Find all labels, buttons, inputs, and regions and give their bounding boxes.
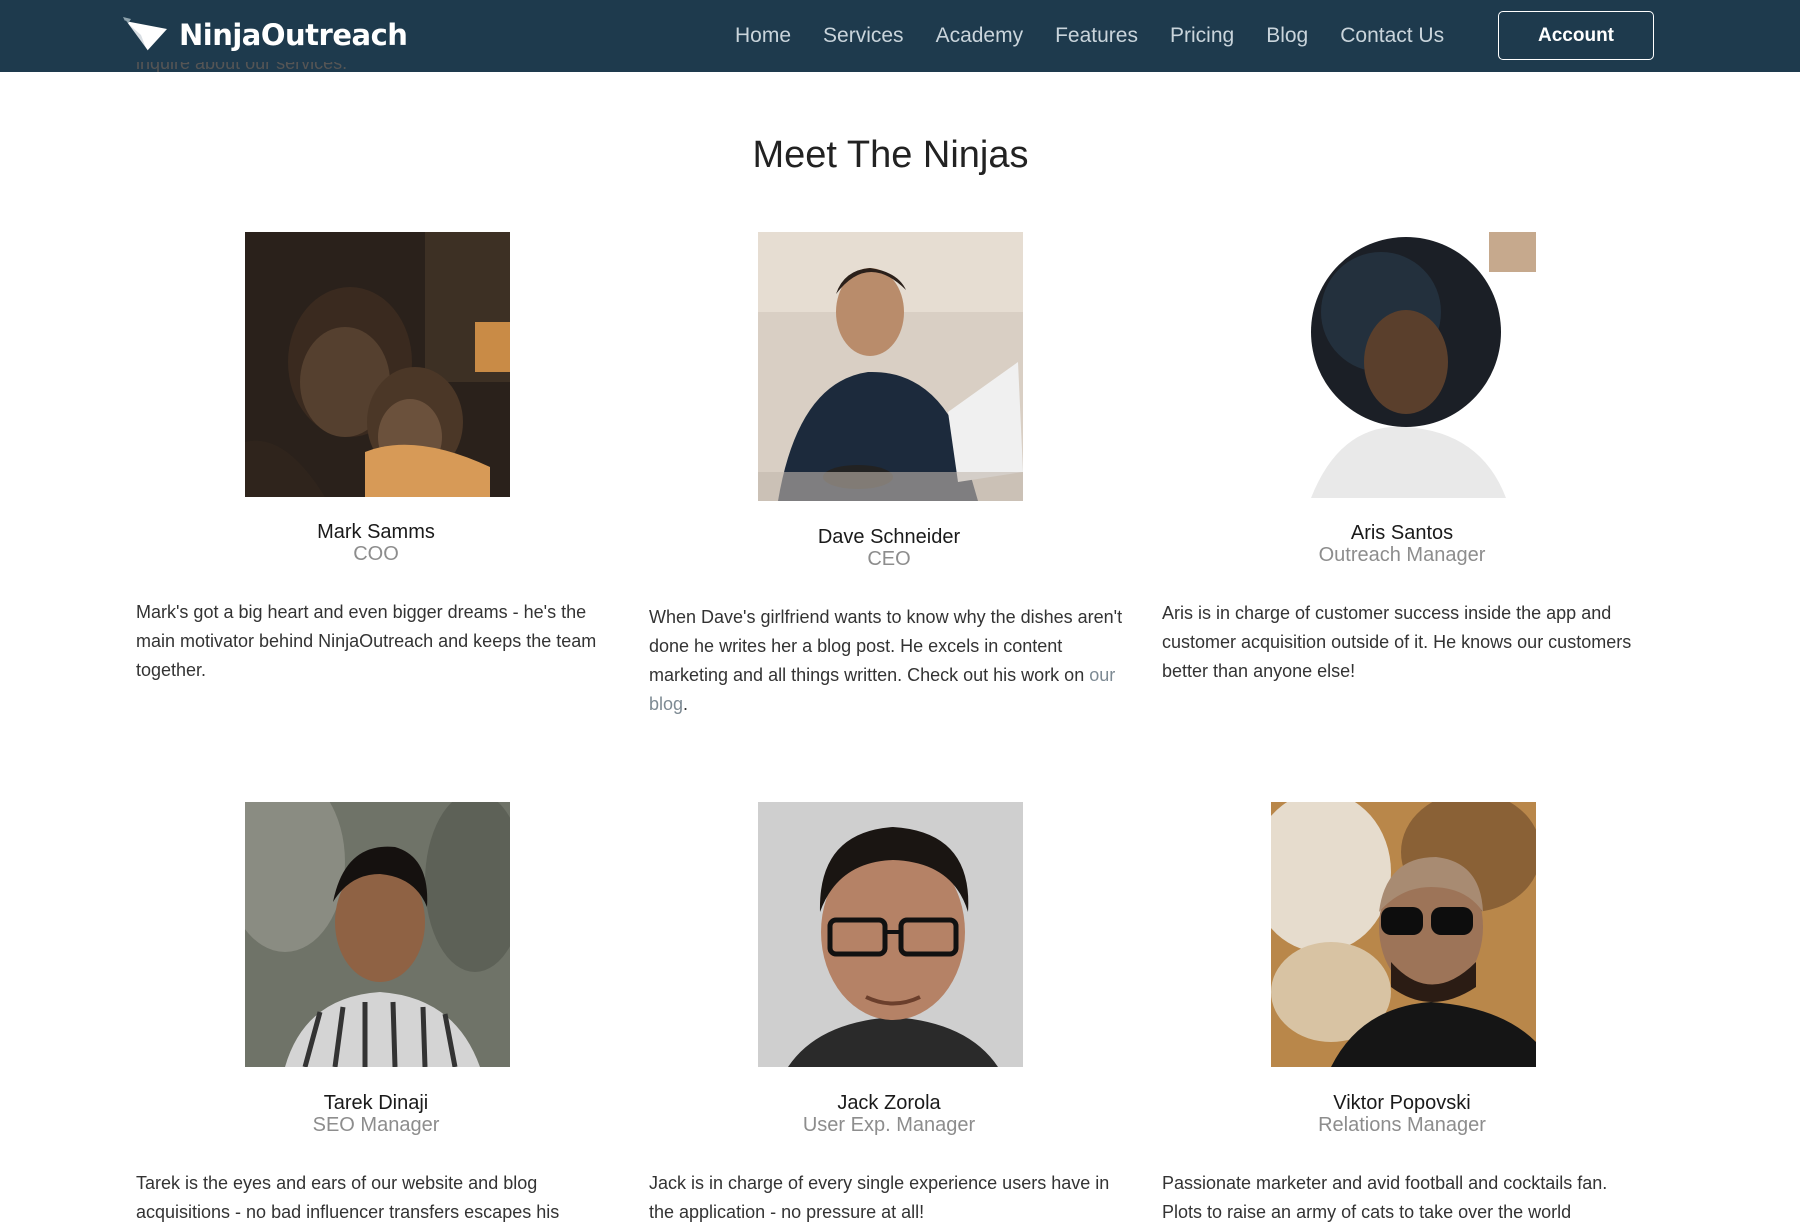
nav-blog[interactable]: Blog: [1266, 24, 1308, 48]
member-name: Dave Schneider: [817, 526, 961, 548]
nav-pricing[interactable]: Pricing: [1170, 24, 1234, 48]
avatar: [1271, 802, 1536, 1067]
member-name: Aris Santos: [1350, 522, 1454, 544]
nav-academy[interactable]: Academy: [936, 24, 1024, 48]
bio-end: .: [683, 694, 689, 714]
photo-viktor: [1271, 802, 1536, 1067]
avatar: [1271, 232, 1536, 498]
photo-aris: [1271, 232, 1536, 498]
team-card-jack: Jack Zorola User Exp. Manager Jack is in…: [649, 802, 1129, 1222]
bio-text: When Dave's girlfriend wants to know why…: [649, 607, 1123, 685]
team-card-tarek: Tarek Dinaji SEO Manager Tarek is the ey…: [136, 802, 616, 1222]
member-role: CEO: [867, 548, 911, 570]
member-bio: Tarek is the eyes and ears of our websit…: [136, 1173, 560, 1222]
photo-dave: [758, 232, 1023, 501]
logo[interactable]: NinjaOutreach: [121, 12, 408, 58]
member-role: Outreach Manager: [1318, 544, 1486, 566]
avatar: [758, 232, 1023, 501]
avatar: [758, 802, 1023, 1067]
nav-services[interactable]: Services: [823, 24, 904, 48]
avatar: [245, 232, 510, 497]
member-role: User Exp. Manager: [802, 1114, 976, 1136]
nav-contact-us[interactable]: Contact Us: [1340, 24, 1444, 48]
intro-text-cutoff: inquire about our services.: [136, 62, 347, 72]
member-bio: Aris is in charge of customer success in…: [1162, 603, 1632, 681]
member-bio: Passionate marketer and avid football an…: [1162, 1173, 1608, 1222]
member-bio: Jack is in charge of every single experi…: [649, 1173, 1110, 1222]
photo-tarek: [245, 802, 510, 1067]
logo-text: NinjaOutreach: [179, 18, 408, 52]
team-card-aris: Aris Santos Outreach Manager Aris is in …: [1162, 232, 1642, 692]
member-role: COO: [353, 543, 399, 565]
intro-text: inquire about our services.: [136, 62, 348, 72]
member-name: Jack Zorola: [837, 1092, 941, 1114]
team-card-viktor: Viktor Popovski Relations Manager Passio…: [1162, 802, 1642, 1222]
nav-home[interactable]: Home: [735, 24, 791, 48]
member-bio: When Dave's girlfriend wants to know why…: [649, 603, 1129, 719]
ninja-star-icon: [123, 17, 167, 52]
account-button[interactable]: Account: [1498, 11, 1654, 60]
team-card-mark: Mark Samms COO Mark's got a big heart an…: [136, 232, 616, 692]
member-name: Mark Samms: [317, 521, 435, 543]
member-role: Relations Manager: [1318, 1114, 1486, 1136]
member-name: Viktor Popovski: [1333, 1092, 1471, 1114]
member-role: SEO Manager: [312, 1114, 440, 1136]
nav-features[interactable]: Features: [1055, 24, 1138, 48]
member-bio: Mark's got a big heart and even bigger d…: [136, 602, 597, 680]
photo-mark: [245, 232, 510, 497]
member-name: Tarek Dinaji: [323, 1092, 429, 1114]
team-card-dave: Dave Schneider CEO When Dave's girlfrien…: [649, 232, 1129, 722]
avatar: [245, 802, 510, 1067]
photo-jack: [758, 802, 1023, 1067]
main-nav: Home Services Academy Features Pricing B…: [735, 0, 1476, 72]
section-title: Meet The Ninjas: [752, 134, 1029, 176]
